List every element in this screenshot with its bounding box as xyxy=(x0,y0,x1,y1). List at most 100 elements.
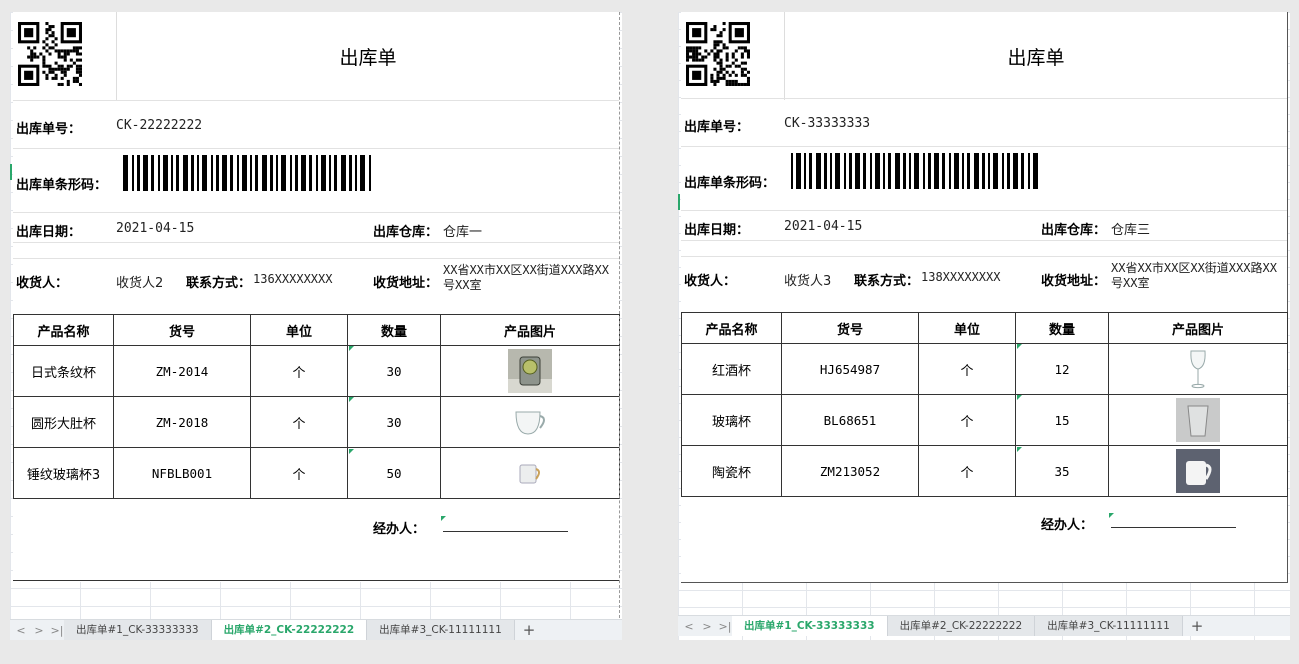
product-unit[interactable]: 个 xyxy=(250,345,348,397)
receiver-label: 收货人： xyxy=(16,276,69,291)
clear-mug-image[interactable] xyxy=(508,400,552,444)
contact-value[interactable]: 138XXXXXXXX xyxy=(921,270,1000,284)
product-sku[interactable]: BL68651 xyxy=(781,394,919,446)
receiver-value[interactable]: 收货人2 xyxy=(116,272,163,291)
tumbler-image[interactable] xyxy=(1176,398,1220,442)
address-label: 收货地址： xyxy=(1041,274,1107,289)
table-row[interactable]: 陶瓷杯 ZM213052 个 35 xyxy=(681,445,1288,497)
product-image-cell[interactable] xyxy=(1108,394,1288,446)
product-table: 产品名称 货号 单位 数量 产品图片 日式条纹杯 ZM-2014 个 30 圆形… xyxy=(13,314,620,499)
product-unit[interactable]: 个 xyxy=(918,343,1016,395)
warehouse-value[interactable]: 仓库三 xyxy=(1111,219,1150,238)
product-name[interactable]: 日式条纹杯 xyxy=(13,345,114,397)
qr-code xyxy=(686,22,750,86)
barcode-label: 出库单条形码： xyxy=(16,178,108,193)
table-row[interactable]: 红酒杯 HJ654987 个 12 xyxy=(681,343,1288,395)
product-image-cell[interactable] xyxy=(440,345,620,397)
address-value[interactable]: XX省XX市XX区XX街道XXX路XX号XX室 xyxy=(1111,261,1287,291)
form-title: 出库单 xyxy=(784,12,1287,100)
cell-marker xyxy=(349,397,354,402)
barcode-row: 出库单条形码： xyxy=(13,148,619,213)
column-header: 产品图片 xyxy=(1108,312,1288,344)
add-sheet-icon[interactable]: + xyxy=(1183,617,1212,635)
cell-marker xyxy=(349,346,354,351)
outbound-form: 出库单 出库单号： CK-33333333 出库单条形码： 出库日期： 2021… xyxy=(681,12,1288,583)
next-sheet-icon[interactable]: > xyxy=(32,624,46,637)
receiver-row: 收货人： 收货人2 联系方式： 136XXXXXXXX 收货地址： XX省XX市… xyxy=(13,258,619,301)
contact-value[interactable]: 136XXXXXXXX xyxy=(253,272,332,286)
product-name[interactable]: 圆形大肚杯 xyxy=(13,396,114,448)
column-header: 数量 xyxy=(347,314,441,346)
date-value[interactable]: 2021-04-15 xyxy=(784,219,862,234)
column-header: 数量 xyxy=(1015,312,1109,344)
sheet-tab-3[interactable]: 出库单#3_CK-11111111 xyxy=(1035,616,1183,636)
cell-marker xyxy=(1017,395,1022,400)
product-image-cell[interactable] xyxy=(1108,343,1288,395)
product-sku[interactable]: ZM-2014 xyxy=(113,345,251,397)
table-row[interactable]: 圆形大肚杯 ZM-2018 个 30 xyxy=(13,396,620,448)
column-header: 单位 xyxy=(918,312,1016,344)
last-sheet-icon[interactable]: >| xyxy=(718,620,732,633)
hammered-mug-image[interactable] xyxy=(508,451,552,495)
row-selection-indicator xyxy=(10,164,12,180)
order-no-value[interactable]: CK-33333333 xyxy=(784,116,870,131)
next-sheet-icon[interactable]: > xyxy=(700,620,714,633)
product-name[interactable]: 锤纹玻璃杯3 xyxy=(13,447,114,499)
product-qty[interactable]: 30 xyxy=(347,345,441,397)
order-no-row: 出库单号： CK-33333333 xyxy=(681,98,1287,147)
sheet-tab-1[interactable]: 出库单#1_CK-33333333 xyxy=(732,616,888,636)
handler-signature-line[interactable] xyxy=(1111,527,1236,528)
product-name[interactable]: 红酒杯 xyxy=(681,343,782,395)
sheet-tab-3[interactable]: 出库单#3_CK-11111111 xyxy=(367,620,515,640)
receiver-row: 收货人： 收货人3 联系方式： 138XXXXXXXX 收货地址： XX省XX市… xyxy=(681,256,1287,299)
product-image-cell[interactable] xyxy=(440,447,620,499)
product-qty[interactable]: 50 xyxy=(347,447,441,499)
sheet-tab-1[interactable]: 出库单#1_CK-33333333 xyxy=(64,620,212,640)
wine-glass-image[interactable] xyxy=(1176,347,1220,391)
product-qty[interactable]: 30 xyxy=(347,396,441,448)
glass-lemon-image[interactable] xyxy=(508,349,552,393)
product-qty[interactable]: 12 xyxy=(1015,343,1109,395)
barcode-row: 出库单条形码： xyxy=(681,146,1287,211)
product-image-cell[interactable] xyxy=(1108,445,1288,497)
first-sheet-icon[interactable]: < xyxy=(14,624,28,637)
product-sku[interactable]: ZM-2018 xyxy=(113,396,251,448)
receiver-value[interactable]: 收货人3 xyxy=(784,270,831,289)
date-value[interactable]: 2021-04-15 xyxy=(116,221,194,236)
sheet-tab-2[interactable]: 出库单#2_CK-22222222 xyxy=(887,616,1036,636)
handler-signature-line[interactable] xyxy=(443,531,568,532)
product-name[interactable]: 陶瓷杯 xyxy=(681,445,782,497)
product-qty[interactable]: 15 xyxy=(1015,394,1109,446)
product-name[interactable]: 玻璃杯 xyxy=(681,394,782,446)
last-sheet-icon[interactable]: >| xyxy=(50,624,64,637)
product-image-cell[interactable] xyxy=(440,396,620,448)
address-value[interactable]: XX省XX市XX区XX街道XXX路XX号XX室 xyxy=(443,263,619,293)
add-sheet-icon[interactable]: + xyxy=(515,621,544,639)
first-sheet-icon[interactable]: < xyxy=(682,620,696,633)
product-unit[interactable]: 个 xyxy=(250,447,348,499)
product-sku[interactable]: HJ654987 xyxy=(781,343,919,395)
ceramic-mug-image[interactable] xyxy=(1176,449,1220,493)
column-header: 货号 xyxy=(113,314,251,346)
table-row[interactable]: 玻璃杯 BL68651 个 15 xyxy=(681,394,1288,446)
table-header-row: 产品名称 货号 单位 数量 产品图片 xyxy=(681,312,1288,344)
product-qty[interactable]: 35 xyxy=(1015,445,1109,497)
column-header: 货号 xyxy=(781,312,919,344)
order-no-value[interactable]: CK-22222222 xyxy=(116,118,202,133)
product-unit[interactable]: 个 xyxy=(250,396,348,448)
spacer-row xyxy=(13,242,619,259)
product-sku[interactable]: NFBLB001 xyxy=(113,447,251,499)
cell-marker xyxy=(349,449,354,454)
table-row[interactable]: 锤纹玻璃杯3 NFBLB001 个 50 xyxy=(13,447,620,499)
product-unit[interactable]: 个 xyxy=(918,394,1016,446)
table-row[interactable]: 日式条纹杯 ZM-2014 个 30 xyxy=(13,345,620,397)
sheet-tab-2[interactable]: 出库单#2_CK-22222222 xyxy=(211,620,368,640)
column-header: 产品名称 xyxy=(13,314,114,346)
outbound-form: 出库单 出库单号： CK-22222222 出库单条形码： 出库日期： 2021… xyxy=(13,12,620,582)
product-unit[interactable]: 个 xyxy=(918,445,1016,497)
product-sku[interactable]: ZM213052 xyxy=(781,445,919,497)
sheet-tab-bar: < > >| 出库单#1_CK-33333333 出库单#2_CK-222222… xyxy=(678,615,1290,636)
barcode xyxy=(123,155,371,191)
spreadsheet-panel-left: 出库单 出库单号： CK-22222222 出库单条形码： 出库日期： 2021… xyxy=(10,12,622,640)
warehouse-value[interactable]: 仓库一 xyxy=(443,221,482,240)
